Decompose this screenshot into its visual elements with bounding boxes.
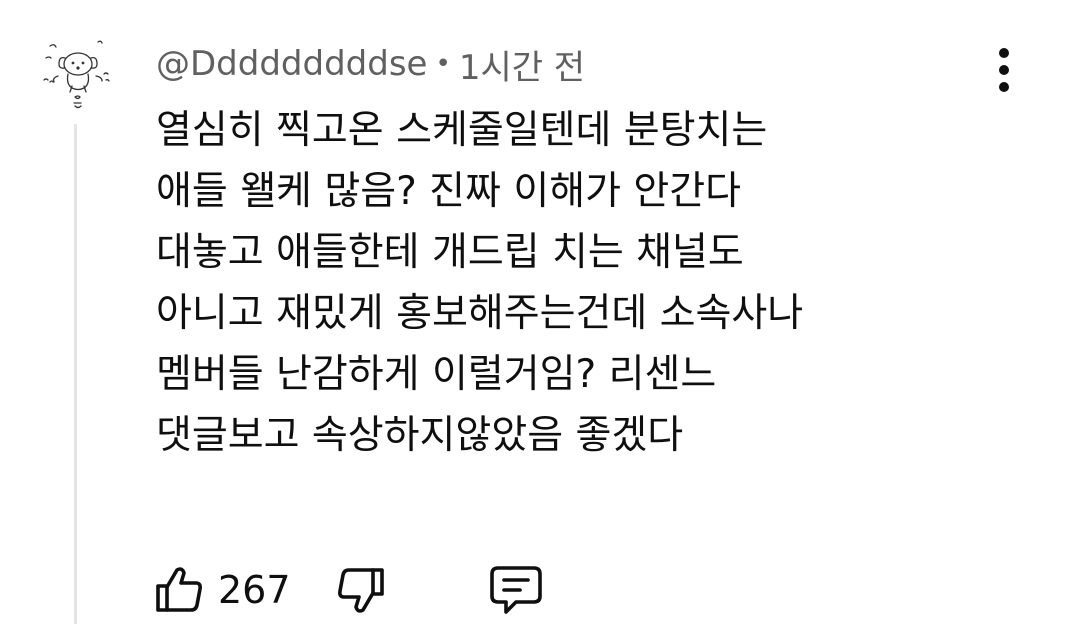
- separator-dot: •: [435, 49, 451, 79]
- comment-icon: [490, 566, 542, 614]
- like-count: 267: [218, 568, 291, 612]
- puppy-doodle-avatar-icon: [43, 40, 110, 109]
- timestamp: 1시간 전: [458, 47, 586, 88]
- thumbs-up-icon: [156, 567, 202, 612]
- more-vertical-icon-dot: [999, 65, 1009, 75]
- dislike-button[interactable]: [330, 560, 390, 620]
- comment-header: @Dddddddddse • 1시간 전: [156, 42, 586, 88]
- comment-line: 멤버들 난감하게 이럴거임? 리센느: [156, 352, 717, 397]
- comment-line: 열심히 찍고온 스케줄일텐데 분탕치는: [156, 108, 768, 153]
- comment-body: 열심히 찍고온 스케줄일텐데 분탕치는 애들 왤케 많음? 진짜 이해가 안간다…: [156, 100, 1056, 466]
- comment-line: 아니고 재밌게 홍보해주는건데 소속사나: [156, 291, 804, 336]
- more-vertical-icon: [999, 48, 1009, 58]
- author-handle[interactable]: @Dddddddddse: [156, 44, 427, 84]
- like-button[interactable]: [150, 560, 210, 620]
- more-vertical-icon-dot: [999, 82, 1009, 92]
- comment-item: @Dddddddddse • 1시간 전 열심히 찍고온 스케줄일텐데 분탕치는…: [0, 0, 1079, 624]
- comment-line: 댓글보고 속상하지않았음 좋겠다: [156, 413, 684, 458]
- avatar[interactable]: [38, 36, 118, 112]
- more-options-button[interactable]: [982, 44, 1026, 96]
- comment-line: 대놓고 애들한테 개드립 치는 채널도: [156, 230, 744, 275]
- comment-line: 애들 왤케 많음? 진짜 이해가 안간다: [156, 169, 742, 214]
- reply-thread-line: [74, 124, 77, 624]
- thumbs-down-icon: [338, 568, 384, 613]
- reply-button[interactable]: [486, 562, 546, 618]
